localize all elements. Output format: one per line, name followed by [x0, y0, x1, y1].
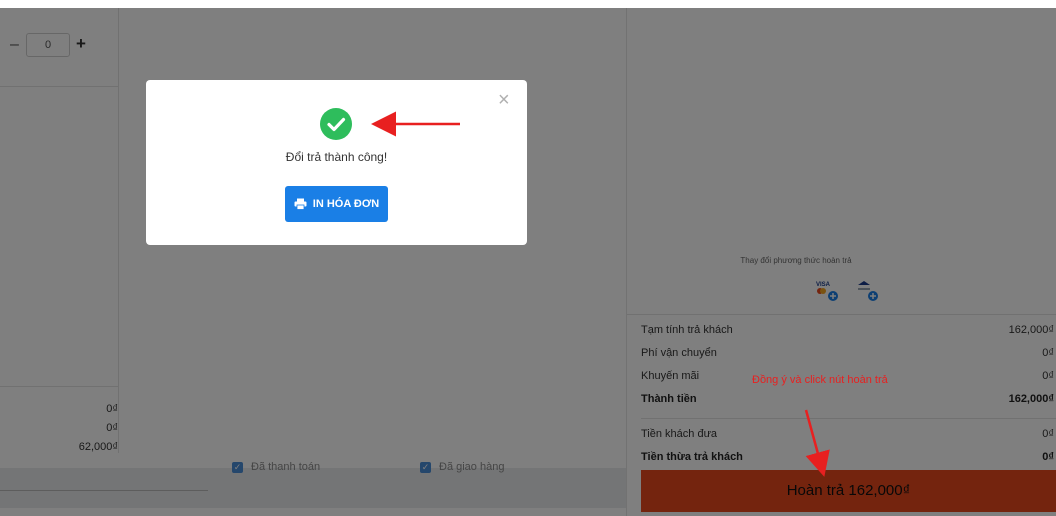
- arrow-to-refund: [804, 409, 830, 477]
- annotation-text: Đồng ý và click nút hoàn trả: [752, 374, 888, 386]
- annotation-arrows: [371, 111, 830, 477]
